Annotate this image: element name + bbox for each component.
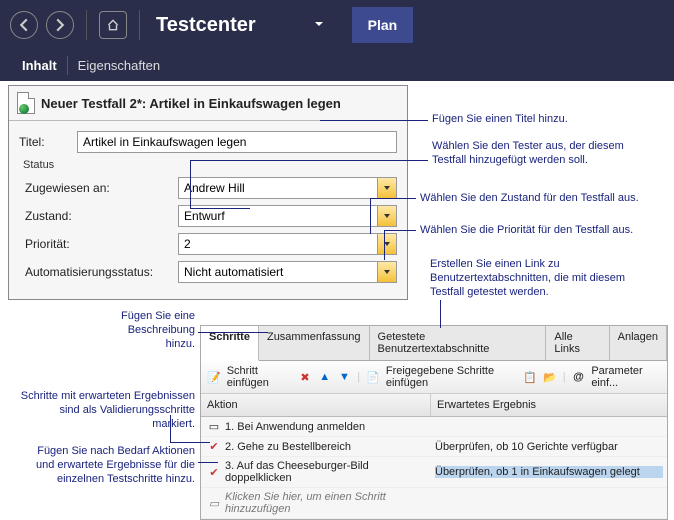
state-dropdown-icon[interactable] — [377, 205, 397, 227]
titel-input[interactable] — [77, 131, 397, 153]
titel-label: Titel: — [19, 135, 69, 149]
forward-button[interactable] — [46, 11, 74, 39]
callout-priority: Wählen Sie die Priorität für den Testfal… — [420, 224, 670, 238]
step-row[interactable]: ✔ 3. Auf das Cheeseburger-Bild doppelkli… — [201, 457, 667, 488]
tab-anlagen[interactable]: Anlagen — [610, 326, 667, 360]
top-bar: Testcenter Plan — [0, 0, 674, 50]
app-title: Testcenter — [156, 14, 256, 37]
step-row[interactable]: ✔ 2. Gehe zu Bestellbereich Überprüfen, … — [201, 437, 667, 457]
insert-step-button[interactable]: Schritt einfügen — [227, 365, 292, 389]
home-button[interactable] — [99, 11, 127, 39]
state-label: Zustand: — [25, 209, 170, 223]
test-case-status-icon — [19, 104, 29, 114]
priority-label: Priorität: — [25, 237, 170, 251]
callout-validation: Schritte mit erwarteten Ergebnissen sind… — [20, 390, 195, 431]
assigned-to-dropdown-icon[interactable] — [377, 177, 397, 199]
insert-step-icon[interactable]: 📝 — [207, 369, 221, 385]
steps-toolbar: 📝 Schritt einfügen ✖ ▲ ▼ | 📄 Freigegeben… — [201, 361, 667, 394]
tab-alle-links[interactable]: Alle Links — [546, 326, 609, 360]
automation-field[interactable] — [178, 261, 377, 283]
insert-parameter-button[interactable]: Parameter einf... — [591, 365, 661, 389]
steps-panel: Schritte Zusammenfassung Getestete Benut… — [200, 325, 668, 520]
automation-label: Automatisierungsstatus: — [25, 265, 170, 279]
back-button[interactable] — [10, 11, 38, 39]
shared-steps-icon[interactable]: 📄 — [366, 369, 380, 385]
move-down-icon[interactable]: ▼ — [338, 369, 352, 385]
tab-benutzertext[interactable]: Getestete Benutzertextabschnitte — [370, 326, 547, 360]
callout-state: Wählen Sie den Zustand für den Testfall … — [420, 192, 670, 206]
assigned-to-label: Zugewiesen an: — [25, 181, 170, 195]
callout-add-steps: Fügen Sie nach Bedarf Aktionen und erwar… — [30, 445, 195, 486]
app-title-dropdown-icon[interactable] — [314, 18, 324, 32]
callout-link-user: Erstellen Sie einen Link zu Benutzertext… — [430, 258, 640, 299]
shared-steps-icon2[interactable]: 📋 — [523, 369, 537, 385]
column-expected: Erwartetes Ergebnis — [431, 394, 667, 416]
callout-title: Fügen Sie einen Titel hinzu. — [432, 113, 568, 127]
test-case-panel: Neuer Testfall 2*: Artikel in Einkaufswa… — [8, 85, 408, 300]
tab-inhalt[interactable]: Inhalt — [12, 50, 67, 81]
placeholder-icon: ▭ — [205, 497, 223, 510]
validation-step-icon: ✔ — [205, 466, 223, 479]
steps-grid-header: Aktion Erwartetes Ergebnis — [201, 394, 667, 417]
move-up-icon[interactable]: ▲ — [318, 369, 332, 385]
insert-shared-steps-button[interactable]: Freigegebene Schritte einfügen — [386, 365, 517, 389]
plan-tab[interactable]: Plan — [352, 7, 414, 43]
assigned-to-field[interactable] — [178, 177, 377, 199]
delete-step-icon[interactable]: ✖ — [298, 369, 312, 385]
sub-tab-bar: Inhalt Eigenschaften — [0, 50, 674, 81]
callout-tester: Wählen Sie den Tester aus, der diesem Te… — [432, 140, 652, 168]
callout-description: Fügen Sie eine Beschreibung hinzu. — [100, 310, 195, 351]
step-row[interactable]: ▭ 1. Bei Anwendung anmelden — [201, 417, 667, 437]
test-case-title: Neuer Testfall 2*: Artikel in Einkaufswa… — [41, 96, 341, 111]
column-action: Aktion — [201, 394, 431, 416]
tab-zusammenfassung[interactable]: Zusammenfassung — [259, 326, 370, 360]
priority-field[interactable] — [178, 233, 377, 255]
shared-open-icon[interactable]: 📂 — [543, 369, 557, 385]
tab-eigenschaften[interactable]: Eigenschaften — [68, 50, 170, 81]
automation-dropdown-icon[interactable] — [377, 261, 397, 283]
step-icon: ▭ — [205, 420, 223, 433]
priority-dropdown-icon[interactable] — [377, 233, 397, 255]
parameter-icon[interactable]: @ — [572, 369, 586, 385]
step-placeholder-row[interactable]: ▭ Klicken Sie hier, um einen Schritt hin… — [201, 488, 667, 519]
